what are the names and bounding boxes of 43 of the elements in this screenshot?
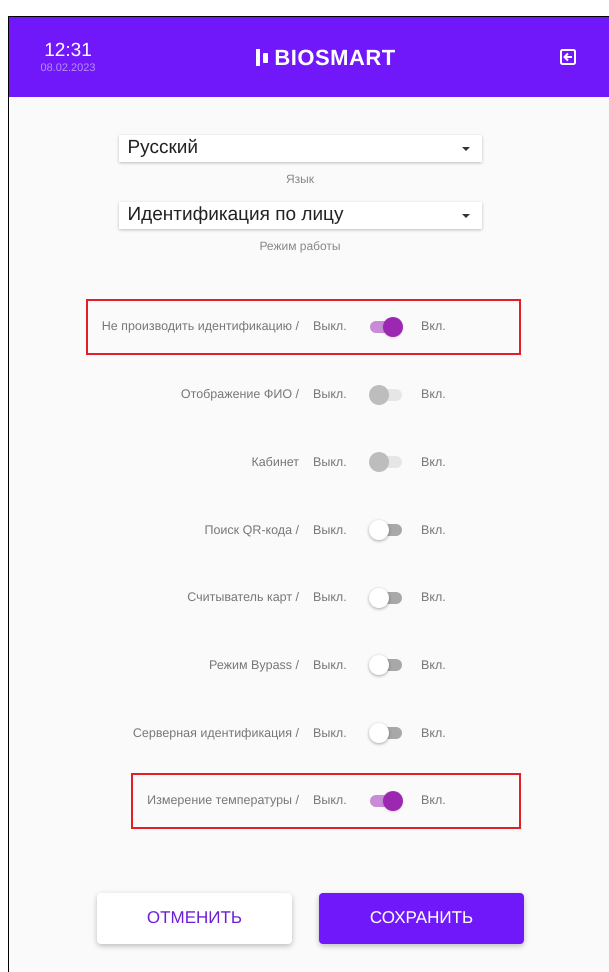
clock-date: 08.02.2023 [40, 62, 96, 74]
caret-icon [462, 146, 470, 150]
off-label: Выкл. [313, 656, 348, 674]
save-button[interactable]: СОХРАНИТЬ [319, 892, 524, 944]
setting-label: Поиск QR-кода / [204, 522, 299, 539]
off-label: Выкл. [313, 318, 348, 336]
off-label: Выкл. [313, 522, 348, 539]
setting-label: Отображение ФИО / [180, 386, 299, 404]
off-label: Выкл. [313, 792, 348, 810]
setting-label: Считыватель карт / [187, 589, 299, 606]
field-label: Режим работы [259, 238, 341, 255]
on-label: Вкл. [421, 318, 447, 336]
setting-label: Кабинет [251, 454, 299, 471]
on-label: Вкл. [421, 454, 447, 471]
on-label: Вкл. [421, 522, 447, 539]
toggle-switch[interactable] [369, 655, 403, 676]
cancel-button[interactable]: ОТМЕНИТЬ [97, 892, 292, 944]
on-label: Вкл. [421, 724, 447, 742]
caret-icon [462, 214, 470, 218]
field-label: Язык [286, 171, 314, 188]
off-label: Выкл. [313, 454, 348, 471]
logo-text: BIOSMART [274, 44, 396, 72]
dropdown[interactable]: Русский [118, 135, 482, 162]
on-label: Вкл. [421, 386, 447, 404]
toggle-switch[interactable] [369, 316, 403, 337]
off-label: Выкл. [313, 724, 348, 742]
on-label: Вкл. [421, 792, 447, 810]
on-label: Вкл. [421, 656, 447, 674]
logo-icon [256, 47, 270, 67]
toggle-switch[interactable] [369, 520, 403, 540]
toggle-switch[interactable] [369, 790, 403, 811]
setting-label: Не производить идентификацию / [102, 318, 299, 336]
off-label: Выкл. [313, 589, 348, 606]
on-label: Вкл. [421, 589, 447, 606]
dropdown[interactable]: Идентификация по лицу [118, 202, 482, 229]
setting-label: Измерение температуры / [147, 792, 299, 810]
off-label: Выкл. [313, 386, 348, 404]
setting-label: Режим Bypass / [209, 656, 299, 674]
clock-time: 12:31 [44, 40, 92, 62]
toggle-switch[interactable] [369, 588, 403, 608]
logout-icon[interactable] [559, 48, 577, 66]
toggle-switch[interactable] [369, 722, 403, 743]
setting-label: Серверная идентификация / [132, 724, 299, 742]
